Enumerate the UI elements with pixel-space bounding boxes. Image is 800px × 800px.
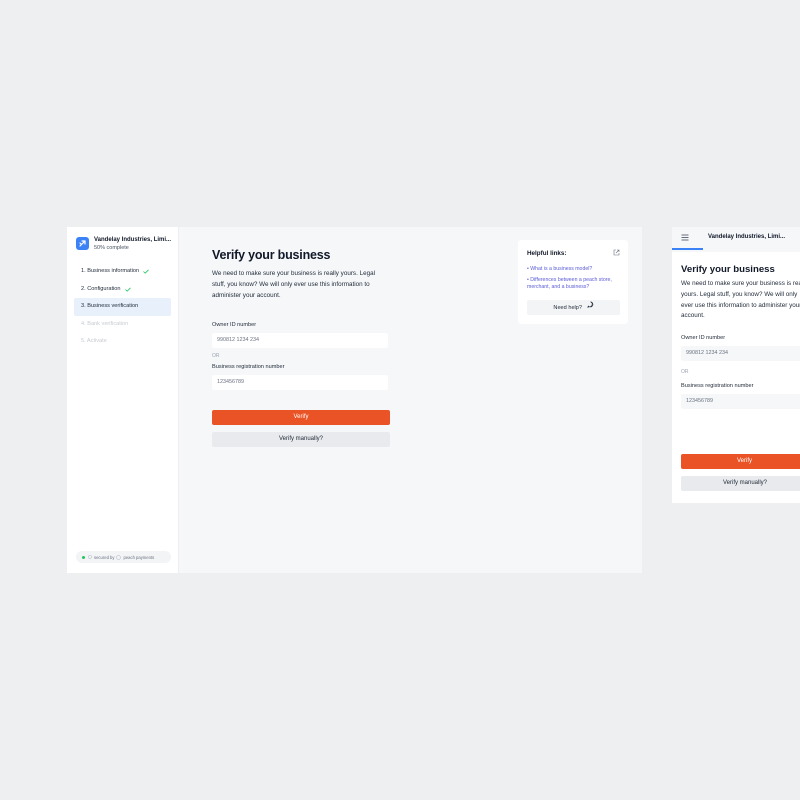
mobile-registration-number-label: Business registration number [681, 383, 754, 389]
step-business-verification[interactable]: 3. Business verification [74, 298, 171, 316]
mobile-onboarding-window: Vandelay Industries, Limi... Verify your… [672, 227, 800, 503]
mobile-verify-button[interactable]: Verify [681, 454, 800, 469]
owner-id-label: Owner ID number [212, 322, 257, 329]
help-link-business-model[interactable]: • What is a business model? [527, 266, 623, 273]
step-list: 1. Business information 2. Configuration… [74, 263, 171, 351]
external-link-icon[interactable] [613, 249, 620, 256]
need-help-label: Need help? [553, 304, 583, 311]
brand-header: Vandelay Industries, Limi... 50% complet… [76, 236, 171, 252]
status-dot [82, 555, 85, 559]
main-content: Verify your business We need to make sur… [212, 247, 392, 448]
mobile-page-description: We need to make sure your business is re… [681, 280, 800, 320]
menu-icon[interactable] [681, 234, 689, 241]
mobile-or-divider: OR [681, 369, 689, 375]
mobile-business-name: Vandelay Industries, Limi... [708, 234, 786, 240]
helpful-links-title: Helpful links: [527, 250, 567, 257]
registration-number-input[interactable]: 123456789 [212, 375, 388, 391]
peach-icon [116, 554, 122, 560]
chat-icon [586, 300, 594, 315]
mobile-owner-id-label: Owner ID number [681, 335, 726, 341]
menu-tab-indicator [672, 248, 703, 250]
step-configuration[interactable]: 2. Configuration [74, 281, 171, 299]
secured-by-text: secured by [94, 554, 115, 560]
mobile-verify-manually-button[interactable]: Verify manually? [681, 476, 800, 491]
secured-by-badge: secured by peach payments [76, 551, 171, 563]
business-name: Vandelay Industries, Limi... [94, 237, 172, 243]
owner-id-input[interactable]: 990812 1234 234 [212, 333, 388, 349]
step-label: 5. Activate [81, 338, 107, 344]
step-label: 4. Bank verification [81, 320, 129, 327]
helpful-links-panel: Helpful links: • What is a business mode… [518, 240, 628, 324]
provider-name: peach payments [123, 554, 155, 560]
check-icon [143, 269, 149, 275]
registration-number-label: Business registration number [212, 364, 285, 371]
step-bank-verification: 4. Bank verification [74, 316, 171, 334]
mobile-page-title: Verify your business [681, 264, 775, 275]
page-title: Verify your business [212, 248, 331, 262]
page-description: We need to make sure your business is re… [212, 270, 375, 299]
mobile-content: Verify your business We need to make sur… [672, 252, 800, 503]
progress-text: 50% complete [94, 245, 129, 251]
step-label: 2. Configuration [81, 285, 121, 292]
step-activate: 5. Activate [74, 333, 171, 351]
step-label: 3. Business verification [81, 303, 139, 309]
sidebar: Vandelay Industries, Limi... 50% complet… [67, 227, 179, 573]
mobile-owner-id-input[interactable]: 990812 1234 234 [681, 346, 800, 361]
or-divider: OR [212, 353, 220, 360]
mobile-header: Vandelay Industries, Limi... [672, 227, 800, 250]
verify-button[interactable]: Verify [212, 410, 390, 426]
check-icon [124, 287, 131, 292]
need-help-button[interactable]: Need help? [527, 300, 620, 315]
step-label: 1. Business information [81, 268, 140, 274]
desktop-onboarding-window: Vandelay Industries, Limi... 50% complet… [67, 227, 642, 573]
verify-manually-button[interactable]: Verify manually? [212, 432, 390, 448]
step-business-information[interactable]: 1. Business information [74, 263, 171, 281]
help-link-differences[interactable]: • Differences between a peach store, mer… [527, 277, 623, 291]
lock-icon [88, 555, 92, 559]
mobile-registration-number-input[interactable]: 123456789 [681, 394, 800, 409]
logo-icon [76, 237, 89, 250]
